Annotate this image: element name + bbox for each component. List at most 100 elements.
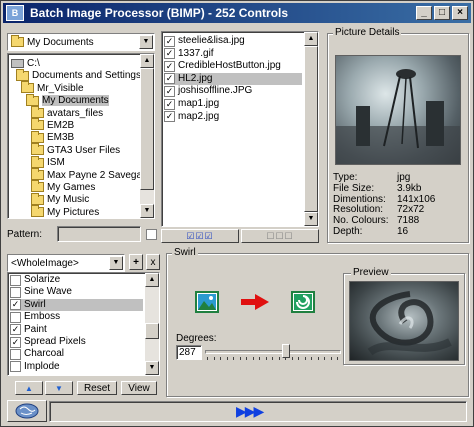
minimize-button[interactable]: _ bbox=[416, 6, 432, 20]
file-list-item[interactable]: ✓ map1.jpg bbox=[164, 98, 219, 110]
effects-list-scrollbar[interactable]: ▲ ▼ bbox=[145, 273, 159, 375]
effect-item[interactable]: Emboss bbox=[10, 311, 60, 323]
effect-checkbox[interactable] bbox=[10, 274, 21, 286]
file-checkbox[interactable]: ✓ bbox=[164, 60, 175, 72]
brain-button[interactable] bbox=[7, 400, 47, 422]
effect-name: Spread Pixels bbox=[24, 336, 86, 347]
folder-tree-label: ISM bbox=[47, 157, 65, 169]
scroll-up-icon[interactable]: ▲ bbox=[145, 273, 159, 287]
detail-value: 16 bbox=[397, 226, 409, 237]
run-icon[interactable]: ▶▶▶ bbox=[236, 403, 264, 420]
degrees-input[interactable]: 287 bbox=[176, 345, 202, 360]
effect-checkbox[interactable] bbox=[10, 348, 21, 360]
arrow-right-icon bbox=[241, 294, 269, 310]
move-up-button[interactable]: ▲ bbox=[15, 381, 43, 395]
detail-value: jpg bbox=[397, 172, 411, 183]
reset-button[interactable]: Reset bbox=[77, 381, 117, 395]
scroll-down-icon[interactable]: ▼ bbox=[145, 361, 159, 375]
folder-combo[interactable]: My Documents ▼ bbox=[7, 33, 155, 51]
folder-tree-item[interactable]: Max Payne 2 Savegames bbox=[31, 167, 154, 182]
effect-checkbox[interactable] bbox=[10, 361, 21, 373]
effect-item[interactable]: ✓ Paint bbox=[10, 324, 47, 336]
file-list-item[interactable]: ✓ joshisoffline.JPG bbox=[164, 85, 252, 97]
effect-checkbox[interactable]: ✓ bbox=[10, 299, 21, 311]
move-down-button[interactable]: ▼ bbox=[45, 381, 73, 395]
close-button[interactable]: × bbox=[452, 6, 468, 20]
add-effect-button[interactable]: + bbox=[129, 254, 143, 270]
folder-tree-item[interactable]: Documents and Settings bbox=[16, 68, 141, 82]
scroll-thumb[interactable] bbox=[145, 323, 159, 339]
file-checkbox[interactable]: ✓ bbox=[164, 111, 175, 123]
file-checkbox[interactable]: ✓ bbox=[164, 73, 175, 85]
file-name: steelie&lisa.jpg bbox=[178, 35, 245, 46]
effect-item[interactable]: Solarize bbox=[10, 274, 60, 286]
folder-tree-item[interactable]: My Music bbox=[31, 192, 90, 206]
folder-icon bbox=[16, 68, 29, 81]
slider-thumb[interactable] bbox=[281, 344, 290, 358]
file-name: 1337.gif bbox=[178, 47, 214, 59]
file-checkbox[interactable]: ✓ bbox=[164, 85, 175, 97]
folder-tree-item[interactable]: GTA3 User Files bbox=[31, 143, 120, 157]
scroll-up-icon[interactable]: ▲ bbox=[140, 54, 154, 68]
folder-tree-item[interactable]: My Pictures bbox=[31, 205, 100, 218]
file-list[interactable]: ✓ steelie&lisa.jpg ✓ 1337.gif ✓ CredibleHostB… bbox=[161, 31, 319, 227]
swirl-title: Swirl bbox=[172, 247, 198, 258]
detail-value: 72x72 bbox=[397, 204, 425, 216]
chevron-down-icon[interactable]: ▼ bbox=[109, 256, 123, 270]
slider-tick bbox=[226, 357, 228, 360]
file-list-item[interactable]: ✓ steelie&lisa.jpg bbox=[164, 35, 245, 47]
file-name: joshisoffline.JPG bbox=[178, 85, 253, 97]
file-checkbox[interactable]: ✓ bbox=[164, 35, 175, 47]
effect-name: Paint bbox=[24, 323, 47, 335]
folder-icon bbox=[31, 180, 44, 193]
brain-icon bbox=[15, 403, 39, 419]
effect-checkbox[interactable]: ✓ bbox=[10, 336, 21, 348]
pattern-input[interactable] bbox=[57, 226, 141, 242]
file-list-item[interactable]: ✓ CredibleHostButton.jpg bbox=[164, 60, 281, 72]
file-list-scrollbar[interactable]: ▲ ▼ bbox=[304, 32, 318, 226]
effects-combo[interactable]: <WholeImage> ▼ bbox=[7, 254, 125, 272]
effect-checkbox[interactable]: ✓ bbox=[10, 324, 21, 336]
uncheck-all-button[interactable]: ☐☐☐ bbox=[241, 229, 319, 243]
scroll-thumb[interactable] bbox=[304, 46, 318, 212]
scroll-down-icon[interactable]: ▼ bbox=[304, 212, 318, 226]
view-button[interactable]: View bbox=[121, 381, 157, 395]
file-list-item[interactable]: ✓ 1337.gif bbox=[164, 48, 214, 60]
file-checkbox[interactable]: ✓ bbox=[164, 98, 175, 110]
scroll-thumb[interactable] bbox=[140, 68, 154, 190]
degrees-slider[interactable] bbox=[205, 343, 341, 361]
file-list-item[interactable]: ✓ map2.jpg bbox=[164, 111, 219, 123]
scroll-down-icon[interactable]: ▼ bbox=[140, 204, 154, 218]
folder-tree-item[interactable]: My Games bbox=[31, 180, 96, 194]
detail-label: File Size: bbox=[333, 182, 375, 194]
effects-list[interactable]: Solarize Sine Wave ✓ Swirl Emboss ✓ Paint ✓ Spre… bbox=[7, 272, 160, 376]
app-icon: B bbox=[6, 5, 24, 21]
effect-item[interactable]: Charcoal bbox=[10, 348, 64, 360]
pattern-checkbox[interactable] bbox=[146, 229, 157, 240]
detail-label: Resolution: bbox=[333, 204, 384, 216]
folder-tree-label: My Games bbox=[47, 182, 96, 193]
effect-item[interactable]: ✓ Swirl bbox=[10, 298, 143, 311]
slider-tick bbox=[265, 357, 267, 360]
folder-tree[interactable]: C:\ Documents and Settings Mr_Visible My Do… bbox=[7, 53, 155, 219]
detail-label: Depth: bbox=[333, 226, 363, 237]
folder-tree-item[interactable]: avatars_files bbox=[31, 105, 103, 120]
chevron-down-icon[interactable]: ▼ bbox=[139, 35, 153, 49]
effect-item[interactable]: Sine Wave bbox=[10, 286, 72, 298]
file-list-item[interactable]: ✓ HL2.jpg bbox=[164, 72, 302, 85]
file-checkbox[interactable]: ✓ bbox=[164, 48, 175, 60]
title-bar[interactable]: B Batch Image Processor (BIMP) - 252 Con… bbox=[3, 3, 471, 23]
effect-item[interactable]: ✓ Spread Pixels bbox=[10, 336, 86, 348]
effect-item[interactable]: Implode bbox=[10, 361, 60, 373]
folder-tree-label: My Pictures bbox=[47, 206, 100, 218]
effect-checkbox[interactable] bbox=[10, 286, 21, 298]
slider-tick bbox=[259, 357, 260, 360]
scroll-up-icon[interactable]: ▲ bbox=[304, 32, 318, 46]
check-all-button[interactable]: ☑☑☑ bbox=[161, 229, 239, 243]
folder-tree-scrollbar[interactable]: ▲ ▼ bbox=[140, 54, 154, 218]
folder-icon bbox=[31, 192, 44, 205]
remove-effect-button[interactable]: x bbox=[146, 254, 160, 270]
effect-checkbox[interactable] bbox=[10, 311, 21, 323]
maximize-button[interactable]: □ bbox=[434, 6, 450, 20]
folder-tree-label: My Music bbox=[47, 194, 90, 206]
